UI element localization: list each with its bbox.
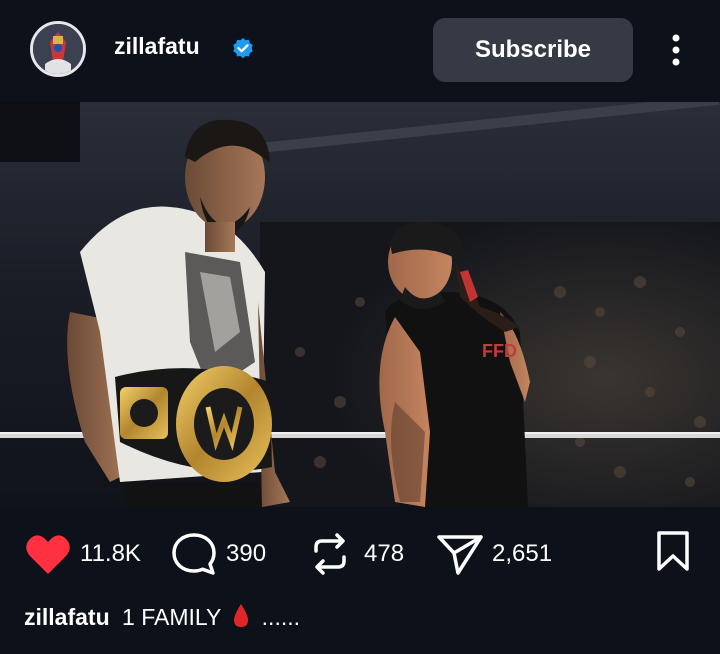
subscribe-button[interactable]: Subscribe <box>433 18 633 82</box>
comment-icon[interactable] <box>170 531 218 577</box>
more-vertical-icon[interactable] <box>664 30 688 70</box>
username[interactable]: zillafatu <box>114 33 200 60</box>
share-icon[interactable] <box>436 531 484 577</box>
post-caption: zillafatu 1 FAMILY ...... <box>24 603 300 631</box>
post-photo: FFD <box>0 102 720 507</box>
avatar-image <box>33 24 83 74</box>
caption-text: 1 FAMILY <box>122 604 221 630</box>
caption-username[interactable]: zillafatu <box>24 604 110 630</box>
verified-badge-icon <box>233 38 253 59</box>
repost-count[interactable]: 478 <box>364 540 404 568</box>
blood-drop-icon <box>234 604 249 627</box>
caption-ellipsis: ...... <box>261 604 301 630</box>
like-count[interactable]: 11.8K <box>80 540 141 568</box>
avatar[interactable] <box>30 21 86 77</box>
heart-icon[interactable] <box>24 531 72 577</box>
comment-count[interactable]: 390 <box>226 540 266 568</box>
bookmark-icon[interactable] <box>655 530 691 572</box>
repost-icon[interactable] <box>306 531 354 577</box>
post-image[interactable]: FFD <box>0 102 720 507</box>
shirt-print: FFD <box>482 341 517 361</box>
share-count[interactable]: 2,651 <box>492 540 552 568</box>
post-header: zillafatu Subscribe <box>0 0 720 102</box>
